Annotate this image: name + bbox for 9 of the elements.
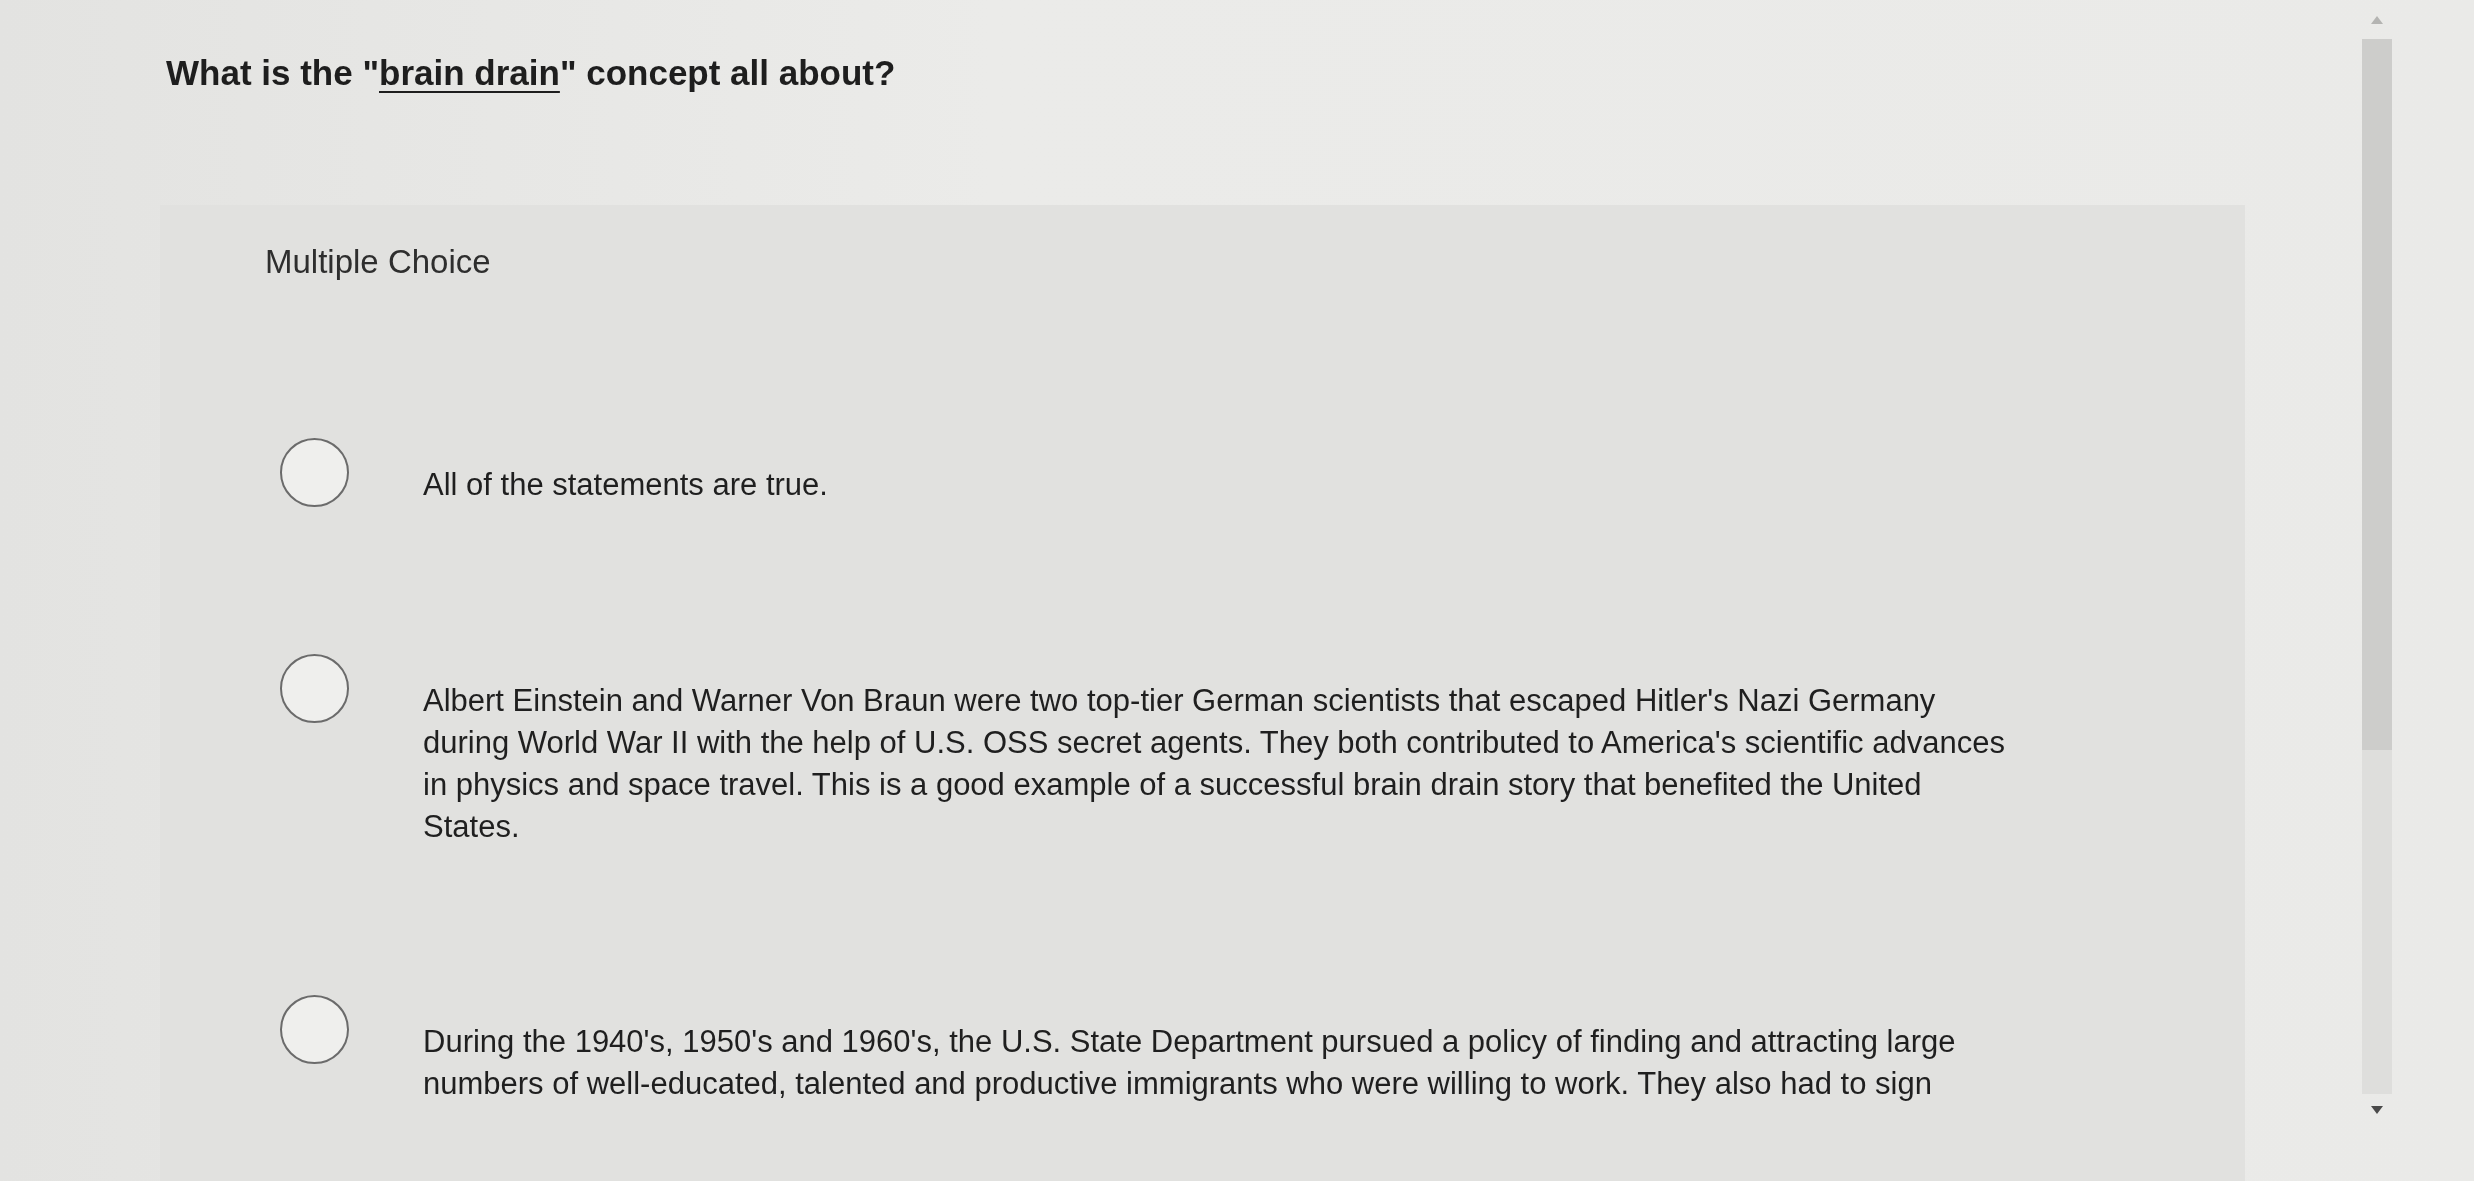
question-type-label: Multiple Choice	[265, 242, 491, 282]
option-text: Albert Einstein and Warner Von Braun were two top-tier German scientists that escaped Hitler's Nazi Germany during World War II with the help of U.S. OSS secret agents. They both contributed to America's scientific advances in physics and space travel. This is a good example of a successful brain drain story that benefited the United States.	[423, 682, 2006, 846]
option-text: During the 1940's, 1950's and 1960's, the U.S. State Department pursued a policy of finding and attracting large numbers of well-educated, talented and productive immigrants who were willing to work. They also had to sign	[423, 1023, 1957, 1103]
scrollbar-track[interactable]	[2362, 39, 2392, 1094]
scrollbar-thumb[interactable]	[2362, 39, 2392, 750]
scroll-down-icon[interactable]	[2371, 1106, 2383, 1114]
term-link[interactable]: brain drain	[379, 53, 560, 92]
question-text: What is the "brain drain" concept all about?	[166, 52, 896, 94]
option-text: All of the statements are true.	[423, 466, 829, 504]
